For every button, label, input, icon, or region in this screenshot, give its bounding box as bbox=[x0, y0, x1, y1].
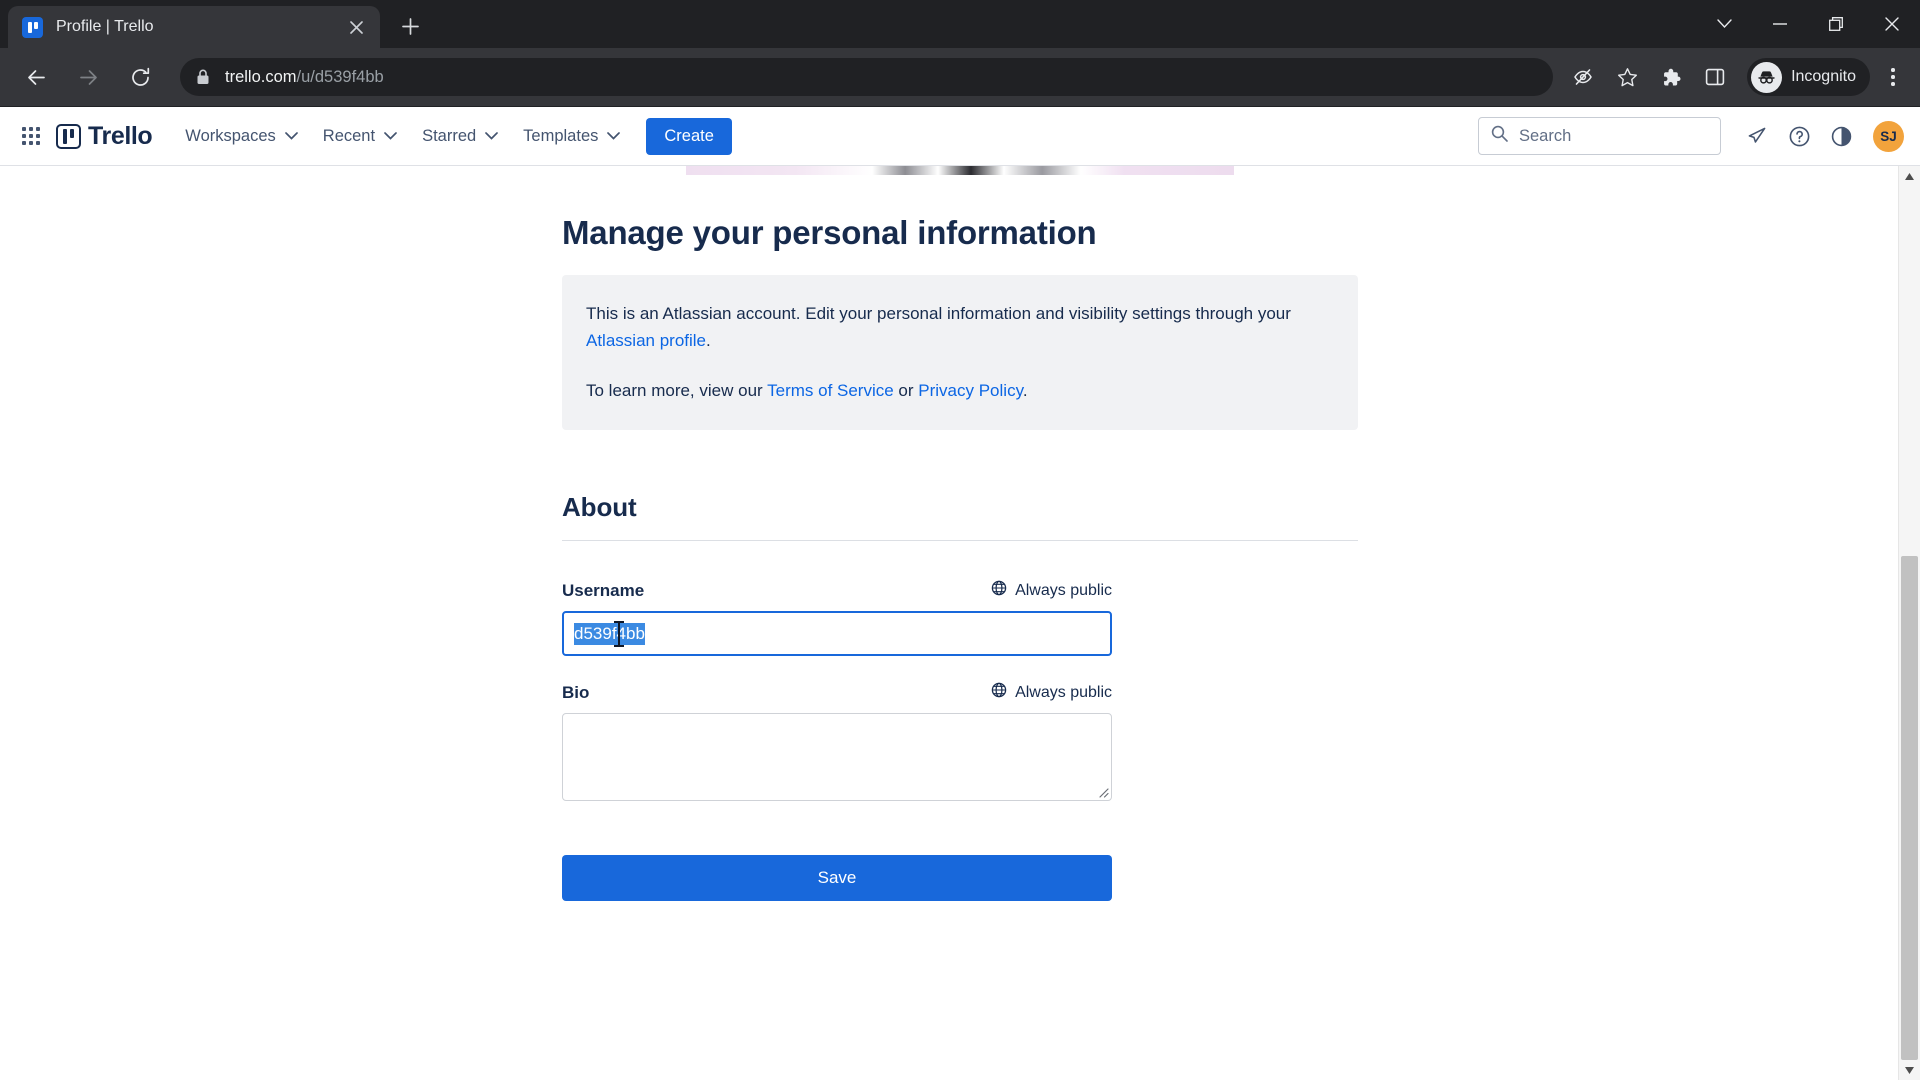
url-host: trello.com bbox=[225, 67, 297, 86]
profile-banner-sliver bbox=[686, 166, 1234, 175]
nav-item-recent[interactable]: Recent bbox=[312, 119, 408, 153]
bio-textarea[interactable] bbox=[562, 713, 1112, 801]
page-scrollbar[interactable] bbox=[1898, 166, 1920, 1080]
minimize-window-icon[interactable] bbox=[1752, 0, 1808, 48]
chevron-down-icon bbox=[384, 132, 397, 140]
resize-handle-icon[interactable] bbox=[1095, 784, 1109, 798]
address-bar[interactable]: trello.com/u/d539f4bb bbox=[180, 58, 1554, 96]
chrome-menu-icon[interactable] bbox=[1876, 58, 1910, 96]
close-window-icon[interactable] bbox=[1864, 0, 1920, 48]
app-switcher-grid-icon[interactable] bbox=[18, 123, 44, 149]
nav-item-label: Recent bbox=[322, 126, 376, 145]
url-path: /u/d539f4bb bbox=[296, 67, 384, 86]
search-input[interactable]: Search bbox=[1478, 117, 1721, 155]
trello-nav-right: Search SJ bbox=[1478, 117, 1904, 155]
trello-favicon-icon bbox=[22, 16, 43, 38]
username-label: Username bbox=[562, 580, 645, 600]
terms-of-service-link[interactable]: Terms of Service bbox=[767, 381, 894, 400]
incognito-hat-icon bbox=[1751, 61, 1783, 93]
search-tabs-icon[interactable] bbox=[1696, 0, 1752, 48]
atlassian-info-panel: This is an Atlassian account. Edit your … bbox=[562, 275, 1358, 430]
bio-label: Bio bbox=[562, 682, 590, 702]
eye-slash-icon[interactable] bbox=[1564, 58, 1602, 96]
nav-item-label: Starred bbox=[422, 126, 477, 145]
info-text: This is an Atlassian account. Edit your … bbox=[586, 304, 1291, 323]
incognito-label: Incognito bbox=[1791, 68, 1856, 85]
info-text: To learn more, view our bbox=[586, 381, 768, 400]
info-text: . bbox=[1022, 381, 1028, 400]
info-line-1: This is an Atlassian account. Edit your … bbox=[586, 300, 1334, 354]
window-controls bbox=[1696, 0, 1920, 48]
globe-icon bbox=[991, 580, 1007, 601]
new-tab-button[interactable] bbox=[392, 8, 428, 44]
close-tab-icon[interactable] bbox=[342, 13, 370, 41]
create-button[interactable]: Create bbox=[646, 117, 732, 155]
browser-toolbar: trello.com/u/d539f4bb Incognito bbox=[0, 48, 1920, 107]
nav-item-label: Workspaces bbox=[185, 126, 276, 145]
chevron-down-icon bbox=[284, 132, 298, 140]
side-panel-icon[interactable] bbox=[1696, 58, 1734, 96]
trello-logo[interactable]: Trello bbox=[56, 121, 153, 151]
visibility-label: Always public bbox=[1015, 683, 1112, 701]
about-section-heading: About bbox=[562, 492, 1358, 541]
forward-button-icon[interactable] bbox=[68, 57, 108, 97]
trello-logo-icon bbox=[56, 123, 81, 149]
nav-item-workspaces[interactable]: Workspaces bbox=[174, 119, 308, 153]
username-field-header: Username Always public bbox=[562, 580, 1112, 601]
visibility-label: Always public bbox=[1015, 581, 1112, 599]
username-visibility: Always public bbox=[991, 580, 1112, 601]
info-text: or bbox=[893, 381, 919, 400]
atlassian-profile-link[interactable]: Atlassian profile bbox=[586, 331, 706, 350]
page-title: Manage your personal information bbox=[562, 214, 1097, 251]
browser-tab[interactable]: Profile | Trello bbox=[8, 6, 380, 48]
nav-item-templates[interactable]: Templates bbox=[512, 119, 631, 153]
help-question-icon[interactable] bbox=[1781, 118, 1817, 154]
browser-tab-strip: Profile | Trello bbox=[0, 0, 1920, 48]
chevron-down-icon bbox=[607, 132, 621, 140]
notifications-bell-icon[interactable] bbox=[1739, 118, 1775, 154]
nav-item-label: Templates bbox=[523, 126, 599, 145]
info-line-2: To learn more, view our Terms of Service… bbox=[586, 377, 1334, 404]
search-placeholder: Search bbox=[1519, 126, 1572, 145]
user-avatar[interactable]: SJ bbox=[1873, 120, 1904, 152]
tab-title: Profile | Trello bbox=[56, 18, 154, 35]
back-button-icon[interactable] bbox=[16, 57, 56, 97]
scrollbar-track[interactable] bbox=[1899, 186, 1920, 1060]
trello-top-nav: Trello Workspaces Recent Starred Templat… bbox=[0, 107, 1920, 166]
search-icon bbox=[1491, 125, 1508, 147]
reload-button-icon[interactable] bbox=[120, 57, 160, 97]
page-viewport: Trello Workspaces Recent Starred Templat… bbox=[0, 107, 1920, 1080]
site-lock-icon bbox=[196, 69, 210, 85]
info-text: . bbox=[706, 331, 711, 350]
scrollbar-thumb[interactable] bbox=[1901, 556, 1918, 1060]
save-button[interactable]: Save bbox=[562, 855, 1112, 901]
theme-contrast-icon[interactable] bbox=[1823, 118, 1859, 154]
bio-field-header: Bio Always public bbox=[562, 682, 1112, 703]
privacy-policy-link[interactable]: Privacy Policy bbox=[918, 381, 1023, 400]
bookmark-star-icon[interactable] bbox=[1608, 58, 1646, 96]
incognito-profile-chip[interactable]: Incognito bbox=[1747, 58, 1870, 96]
extensions-puzzle-icon[interactable] bbox=[1652, 58, 1690, 96]
text-cursor-icon bbox=[614, 621, 624, 647]
username-input[interactable]: d539f4bb bbox=[562, 611, 1112, 656]
profile-form-container: Manage your personal information This is… bbox=[562, 166, 1358, 901]
browser-window: Profile | Trello trello.com/u/d539f4bb I… bbox=[0, 0, 1920, 1080]
scroll-up-arrow-icon[interactable] bbox=[1899, 166, 1920, 186]
globe-icon bbox=[991, 682, 1007, 703]
bio-visibility: Always public bbox=[991, 682, 1112, 703]
page-content: Manage your personal information This is… bbox=[0, 166, 1920, 1080]
maximize-restore-window-icon[interactable] bbox=[1808, 0, 1864, 48]
trello-logo-text: Trello bbox=[88, 121, 153, 150]
nav-item-starred[interactable]: Starred bbox=[411, 119, 509, 153]
chevron-down-icon bbox=[485, 132, 499, 140]
scroll-down-arrow-icon[interactable] bbox=[1899, 1060, 1920, 1080]
username-value: d539f4bb bbox=[574, 622, 645, 645]
